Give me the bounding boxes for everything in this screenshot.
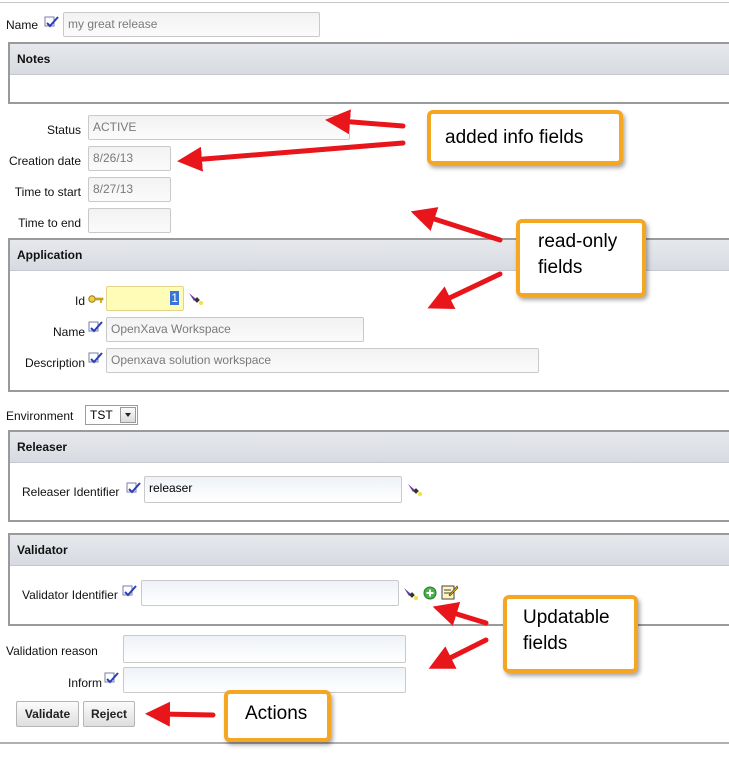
top-divider xyxy=(0,2,729,3)
flashlight-search-icon[interactable] xyxy=(402,585,420,604)
releaser-identifier-label: Releaser Identifier xyxy=(22,485,120,499)
key-icon xyxy=(88,293,104,307)
added-info-callout: added info fields xyxy=(427,110,623,165)
bottom-divider xyxy=(0,742,729,744)
app-name-field: OpenXava Workspace xyxy=(106,317,364,342)
app-name-label: Name xyxy=(52,325,85,339)
validator-identifier-field[interactable] xyxy=(141,580,399,606)
environment-label: Environment xyxy=(6,409,74,423)
reject-button[interactable]: Reject xyxy=(83,701,135,727)
name-field[interactable]: my great release xyxy=(63,12,320,37)
flashlight-search-icon[interactable] xyxy=(406,481,424,500)
time-to-end-field xyxy=(88,208,171,233)
pencil-check-icon xyxy=(44,15,60,32)
app-description-label: Description xyxy=(24,356,85,370)
actions-text: Actions xyxy=(245,703,308,724)
flashlight-search-icon[interactable] xyxy=(187,290,205,309)
releaser-title: Releaser xyxy=(10,432,729,463)
add-circle-icon[interactable] xyxy=(423,586,437,603)
environment-select[interactable]: TST xyxy=(85,405,138,425)
read-only-text-1: read-only xyxy=(538,231,618,252)
validation-reason-label: Validation reason xyxy=(6,644,98,658)
app-id-label: Id xyxy=(74,294,85,308)
time-to-end-label: Time to end xyxy=(18,216,81,230)
pencil-check-icon xyxy=(104,671,120,688)
actions-callout: Actions xyxy=(224,690,331,742)
edit-record-icon[interactable] xyxy=(441,583,459,604)
added-info-text: added info fields xyxy=(445,127,584,148)
red-arrow-icon xyxy=(177,140,406,172)
status-field: ACTIVE xyxy=(88,115,350,140)
validate-button[interactable]: Validate xyxy=(16,701,79,727)
validator-identifier-label: Validator Identifier xyxy=(22,588,118,602)
status-label: Status xyxy=(46,123,81,137)
red-arrow-icon xyxy=(428,637,489,669)
pencil-check-icon xyxy=(122,584,138,601)
creation-date-field: 8/26/13 xyxy=(88,146,171,171)
releaser-identifier-field[interactable]: releaser xyxy=(144,476,402,503)
notes-group: Notes xyxy=(8,42,729,104)
environment-selected: TST xyxy=(90,408,113,422)
pencil-check-icon xyxy=(88,320,104,337)
red-arrow-icon xyxy=(145,701,216,727)
inform-label: Inform xyxy=(67,676,102,690)
time-to-start-field: 8/27/13 xyxy=(88,177,171,202)
validation-reason-field[interactable] xyxy=(123,635,406,663)
pencil-check-icon xyxy=(88,351,104,368)
read-only-callout: read-only fields xyxy=(516,219,646,297)
updatable-text-1: Updatable xyxy=(523,607,610,628)
updatable-text-2: fields xyxy=(523,633,568,654)
app-description-field: Openxava solution workspace xyxy=(106,348,539,373)
chevron-down-icon[interactable] xyxy=(120,407,136,423)
app-id-value: 1 xyxy=(170,291,179,305)
validator-title: Validator xyxy=(10,535,729,566)
pencil-check-icon xyxy=(126,481,142,498)
updatable-callout: Updatable fields xyxy=(503,595,638,673)
name-label: Name xyxy=(6,18,39,32)
notes-title: Notes xyxy=(10,44,729,75)
read-only-text-2: fields xyxy=(538,257,583,278)
creation-date-label: Creation date xyxy=(8,154,81,168)
app-id-field[interactable]: 1 xyxy=(106,286,184,311)
red-arrow-icon xyxy=(410,207,503,243)
time-to-start-label: Time to start xyxy=(14,185,81,199)
